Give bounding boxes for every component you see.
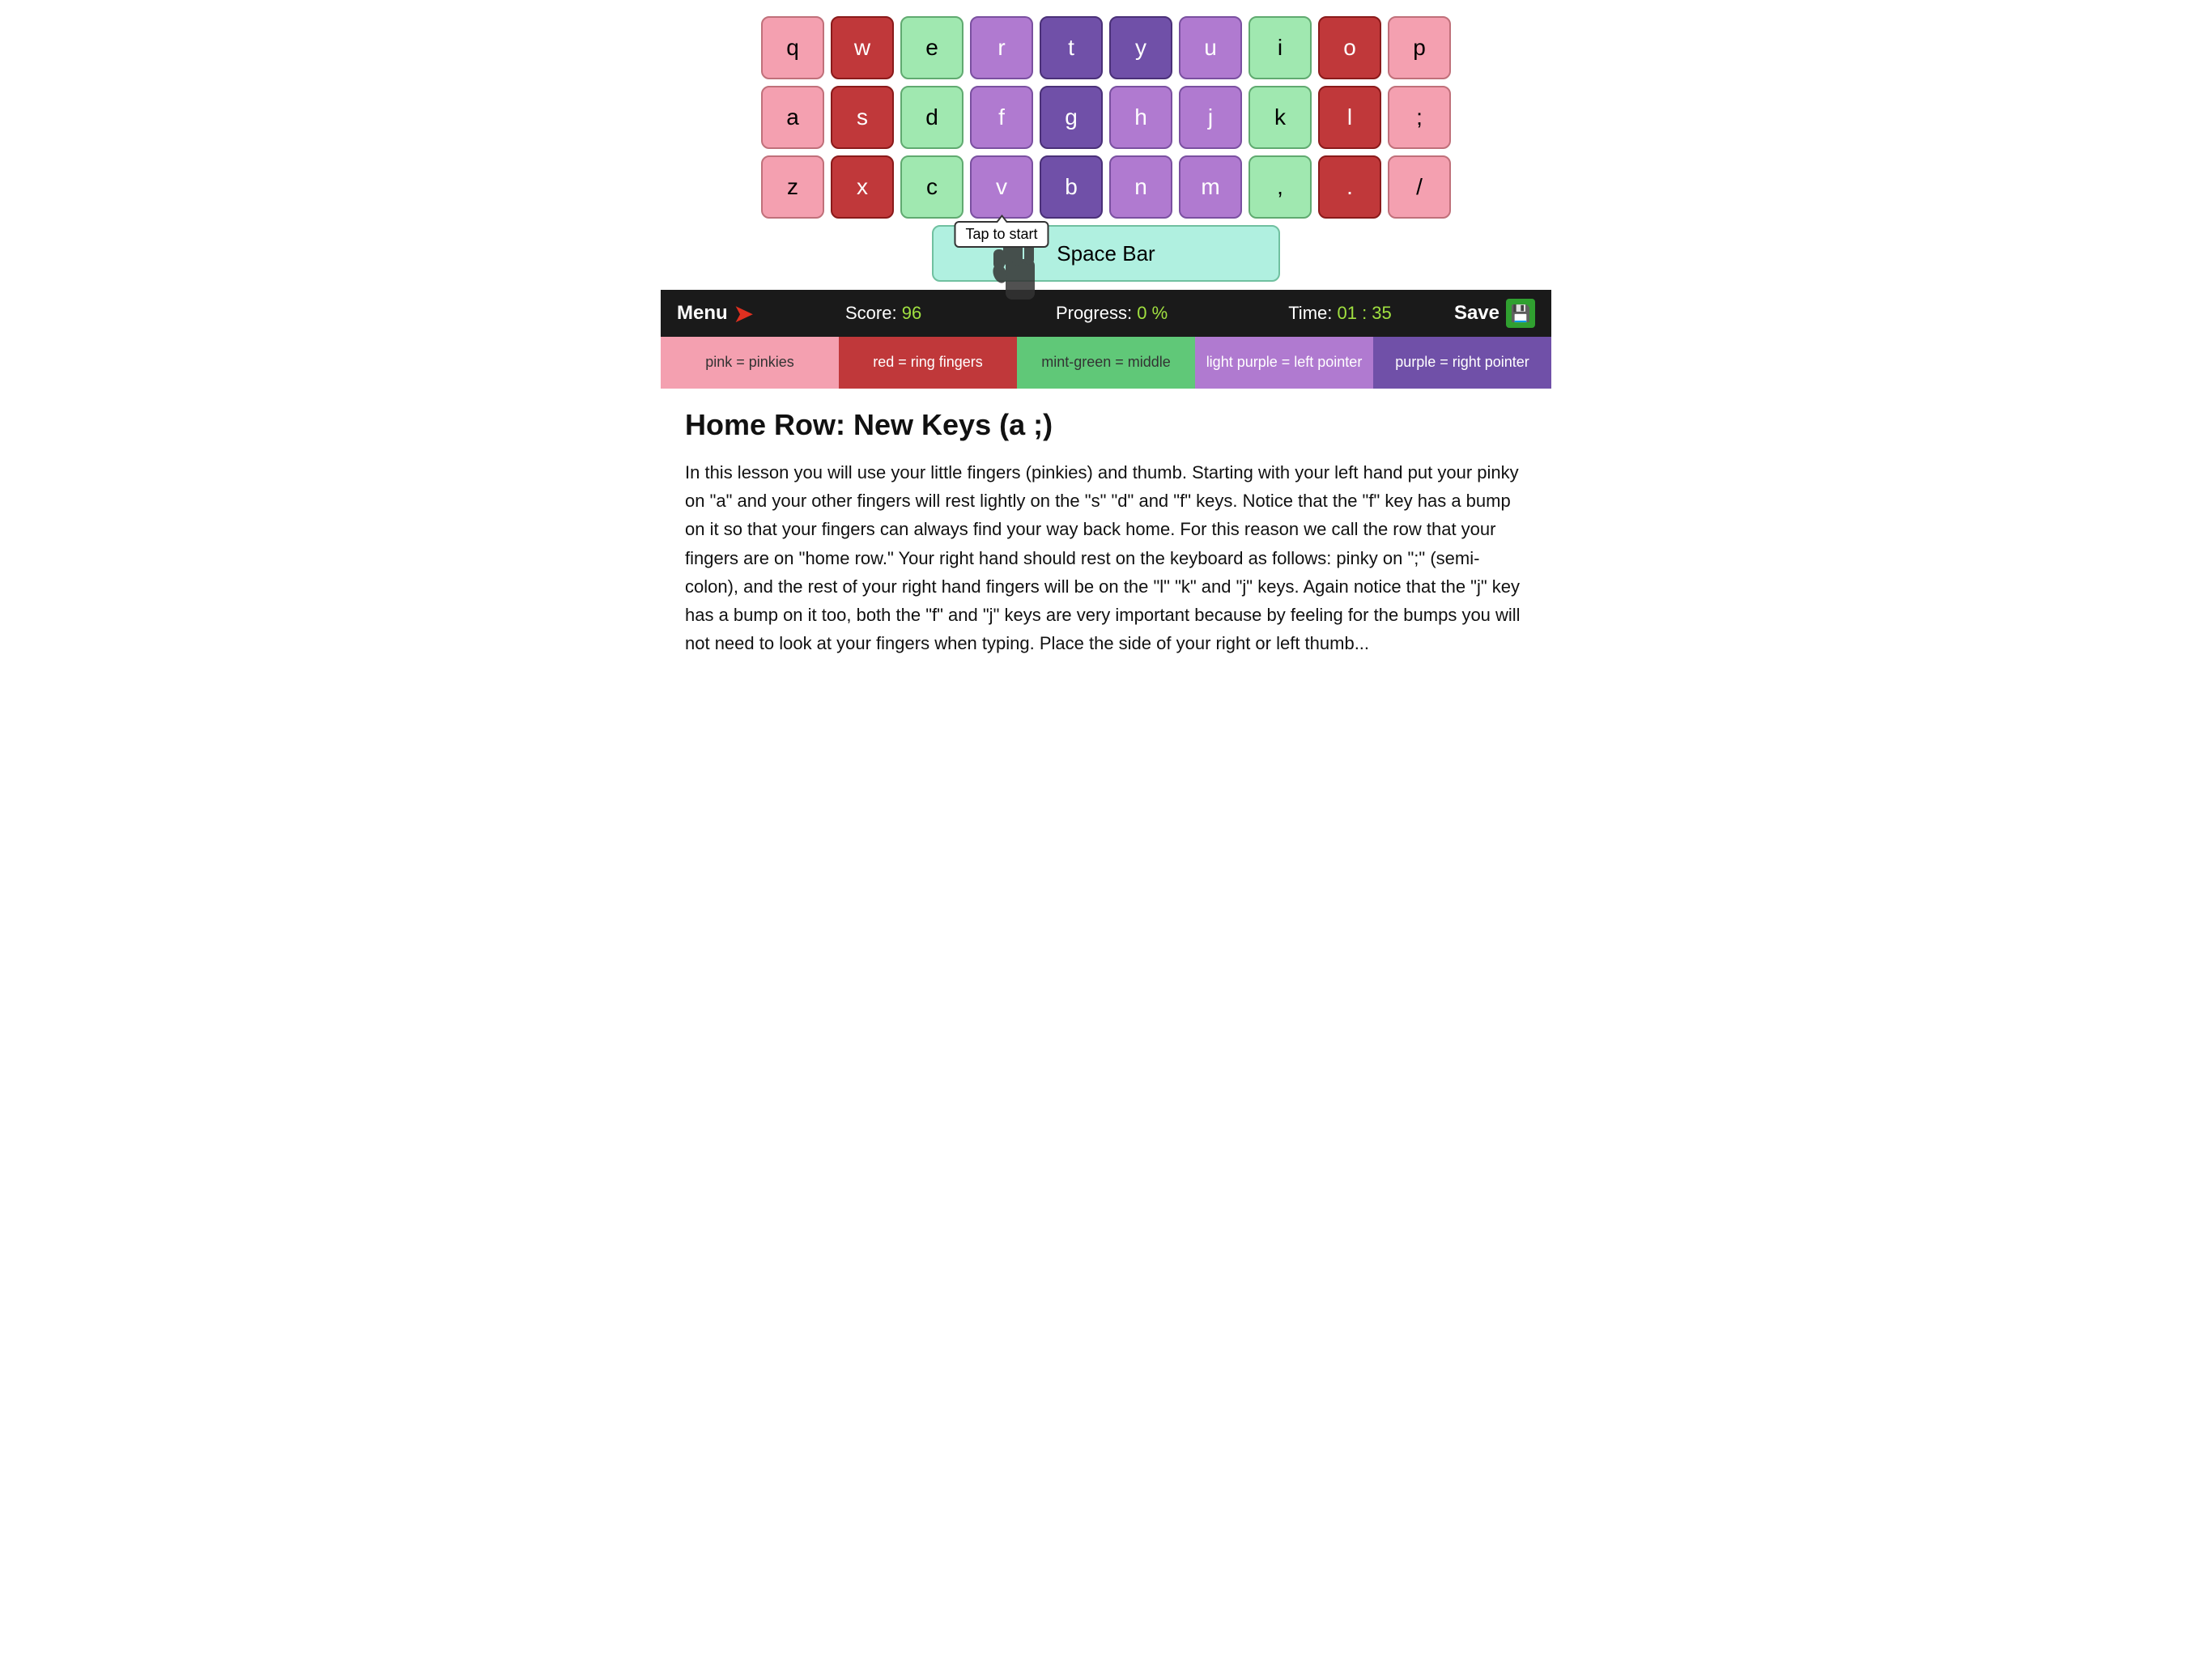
legend-purple-dark: purple = right pointer xyxy=(1373,337,1551,389)
key-x[interactable]: x xyxy=(831,155,894,219)
key-comma[interactable]: , xyxy=(1249,155,1312,219)
key-s[interactable]: s xyxy=(831,86,894,149)
key-p[interactable]: p xyxy=(1388,16,1451,79)
score-section: Score: 96 xyxy=(769,303,998,324)
keyboard-row-3: z x c v xyxy=(669,155,1543,219)
key-r[interactable]: r xyxy=(970,16,1033,79)
legend-bar: pink = pinkies red = ring fingers mint-g… xyxy=(661,337,1551,389)
key-semicolon[interactable]: ; xyxy=(1388,86,1451,149)
time-value: 01 : 35 xyxy=(1338,303,1392,324)
key-l[interactable]: l xyxy=(1318,86,1381,149)
progress-section: Progress: 0 % xyxy=(998,303,1226,324)
key-m[interactable]: m xyxy=(1179,155,1242,219)
content-body: In this lesson you will use your little … xyxy=(685,458,1527,657)
menu-label: Menu xyxy=(677,302,728,325)
legend-green: mint-green = middle xyxy=(1017,337,1195,389)
menu-button[interactable]: Menu ➤ xyxy=(677,300,753,327)
score-value: 96 xyxy=(902,303,921,324)
key-e[interactable]: e xyxy=(900,16,963,79)
key-j[interactable]: j xyxy=(1179,86,1242,149)
legend-purple-light: light purple = left pointer xyxy=(1195,337,1373,389)
key-h[interactable]: h xyxy=(1109,86,1172,149)
key-c[interactable]: c xyxy=(900,155,963,219)
key-n[interactable]: n xyxy=(1109,155,1172,219)
content-area: Home Row: New Keys (a ;) In this lesson … xyxy=(661,389,1551,690)
key-u[interactable]: u xyxy=(1179,16,1242,79)
key-g[interactable]: g xyxy=(1040,86,1103,149)
tap-tooltip[interactable]: Tap to start xyxy=(954,221,1049,248)
toolbar: Menu ➤ Score: 96 Progress: 0 % Time: 01 … xyxy=(661,290,1551,337)
key-y[interactable]: y xyxy=(1109,16,1172,79)
time-section: Time: 01 : 35 xyxy=(1226,303,1454,324)
key-q[interactable]: q xyxy=(761,16,824,79)
score-label: Score: xyxy=(845,303,897,324)
tap-tooltip-container: v xyxy=(970,155,1033,219)
key-b[interactable]: b xyxy=(1040,155,1103,219)
key-a[interactable]: a xyxy=(761,86,824,149)
key-z[interactable]: z xyxy=(761,155,824,219)
key-slash[interactable]: / xyxy=(1388,155,1451,219)
progress-label: Progress: xyxy=(1056,303,1132,324)
save-disk-icon: 💾 xyxy=(1506,299,1535,328)
key-v[interactable]: v xyxy=(970,155,1033,219)
keyboard-row-1: q w e r t y u i o p xyxy=(669,16,1543,79)
spacebar-row: Space Bar xyxy=(669,225,1543,282)
save-button[interactable]: Save 💾 xyxy=(1454,299,1535,328)
key-w[interactable]: w xyxy=(831,16,894,79)
key-t[interactable]: t xyxy=(1040,16,1103,79)
legend-pink: pink = pinkies xyxy=(661,337,839,389)
key-o[interactable]: o xyxy=(1318,16,1381,79)
key-period[interactable]: . xyxy=(1318,155,1381,219)
keyboard-row-2: a s d f g h j k l ; xyxy=(669,86,1543,149)
save-label: Save xyxy=(1454,302,1499,325)
key-k[interactable]: k xyxy=(1249,86,1312,149)
key-f[interactable]: f xyxy=(970,86,1033,149)
back-arrow-icon[interactable]: ➤ xyxy=(734,300,753,327)
time-label: Time: xyxy=(1288,303,1332,324)
legend-red: red = ring fingers xyxy=(839,337,1017,389)
progress-value: 0 % xyxy=(1137,303,1168,324)
content-title: Home Row: New Keys (a ;) xyxy=(685,408,1527,442)
key-d[interactable]: d xyxy=(900,86,963,149)
key-i[interactable]: i xyxy=(1249,16,1312,79)
keyboard-area: q w e r t y u i o p a s d f g h j k l ; … xyxy=(661,0,1551,290)
